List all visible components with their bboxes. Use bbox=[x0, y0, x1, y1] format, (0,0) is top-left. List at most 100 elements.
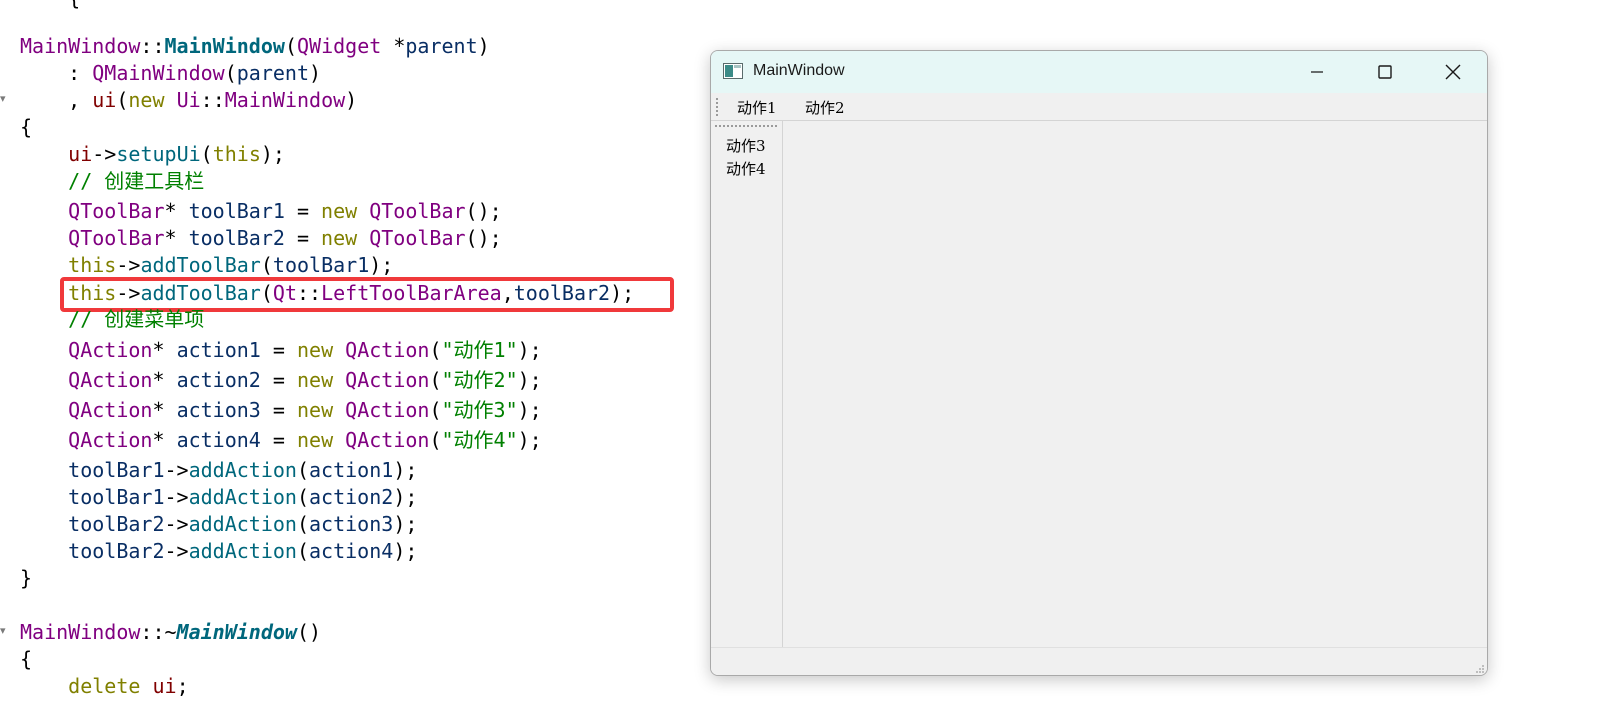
code-line[interactable]: toolBar1->addAction(action1); bbox=[20, 458, 417, 482]
code-line[interactable]: delete ui; bbox=[20, 674, 188, 698]
code-token: "动作4" bbox=[441, 428, 518, 452]
code-token: action4 bbox=[176, 428, 261, 452]
code-token: action3 bbox=[176, 398, 261, 422]
code-token: MainWindow bbox=[20, 34, 141, 58]
code-token: Qt bbox=[272, 281, 297, 305]
code-token: MainWindow bbox=[164, 34, 285, 58]
code-token: new bbox=[296, 368, 334, 392]
code-token: new bbox=[296, 398, 334, 422]
code-token: addAction bbox=[188, 485, 297, 509]
toolbar-action-2[interactable]: 动作2 bbox=[805, 97, 845, 118]
code-token: { bbox=[20, 115, 33, 139]
code-token: parent bbox=[236, 61, 309, 85]
size-grip-icon[interactable] bbox=[1474, 663, 1484, 673]
code-token: ( bbox=[296, 485, 310, 509]
code-token: action1 bbox=[309, 458, 394, 482]
code-comment-line[interactable]: // 创建菜单项 bbox=[20, 307, 204, 331]
code-token: ); bbox=[369, 253, 394, 277]
code-token: action3 bbox=[309, 512, 394, 536]
code-token: -> bbox=[164, 458, 189, 482]
code-line[interactable]: { bbox=[20, 647, 32, 671]
code-line[interactable]: MainWindow::MainWindow(QWidget *parent) bbox=[20, 34, 490, 58]
code-token: * bbox=[381, 34, 406, 58]
code-token: ) bbox=[309, 61, 322, 85]
code-line[interactable]: QAction* action4 = new QAction("动作4"); bbox=[20, 428, 542, 452]
minimize-button[interactable] bbox=[1283, 51, 1351, 93]
code-token: = bbox=[260, 368, 297, 392]
code-token: -> bbox=[164, 485, 189, 509]
code-line[interactable]: QToolBar* toolBar1 = new QToolBar(); bbox=[20, 199, 502, 223]
code-token: QToolBar bbox=[369, 199, 466, 223]
code-token: new bbox=[296, 338, 334, 362]
code-token: ui bbox=[92, 88, 117, 112]
code-token: ( bbox=[260, 253, 273, 277]
code-line[interactable]: toolBar1->addAction(action2); bbox=[20, 485, 417, 509]
toolbar-action-1[interactable]: 动作1 bbox=[737, 97, 777, 118]
code-token: ( bbox=[296, 512, 310, 536]
code-token: = bbox=[284, 226, 322, 250]
code-token: = bbox=[284, 199, 322, 223]
code-line[interactable]: MainWindow::~MainWindow() bbox=[20, 620, 321, 644]
code-token: this bbox=[68, 253, 117, 277]
window-title: MainWindow bbox=[753, 62, 845, 79]
window-titlebar[interactable]: MainWindow bbox=[711, 51, 1487, 93]
code-line[interactable]: this->addToolBar(toolBar1); bbox=[20, 253, 393, 277]
code-token: action1 bbox=[176, 338, 261, 362]
code-token: ( bbox=[224, 61, 237, 85]
code-line[interactable]: QAction* action3 = new QAction("动作3"); bbox=[20, 398, 542, 422]
code-token: QToolBar bbox=[68, 199, 165, 223]
code-line[interactable]: toolBar2->addAction(action4); bbox=[20, 539, 417, 563]
code-line[interactable]: toolBar2->addAction(action3); bbox=[20, 512, 417, 536]
code-token: QAction bbox=[345, 398, 430, 422]
highlighted-code-line[interactable]: this->addToolBar(Qt::LeftToolBarArea,too… bbox=[20, 281, 634, 305]
app-window-icon bbox=[723, 63, 743, 79]
code-token: ); bbox=[393, 485, 418, 509]
code-token: toolBar1 bbox=[68, 458, 165, 482]
maximize-button[interactable] bbox=[1351, 51, 1419, 93]
code-line[interactable]: ui->setupUi(this); bbox=[20, 142, 285, 166]
code-token: ( bbox=[200, 142, 213, 166]
code-line[interactable]: } bbox=[20, 566, 32, 590]
fold-marker-icon[interactable]: ▾ bbox=[0, 624, 6, 637]
code-token: ) bbox=[345, 88, 358, 112]
code-line[interactable]: QAction* action2 = new QAction("动作2"); bbox=[20, 368, 542, 392]
code-line[interactable]: QAction* action1 = new QAction("动作1"); bbox=[20, 338, 542, 362]
status-bar bbox=[711, 647, 1487, 675]
close-icon bbox=[1445, 64, 1461, 80]
toolbar-action-3[interactable]: 动作3 bbox=[726, 135, 766, 156]
code-line[interactable]: { bbox=[20, 0, 80, 10]
code-token: MainWindow bbox=[224, 88, 346, 112]
fold-marker-icon[interactable]: ▾ bbox=[0, 92, 6, 105]
toolbar-drag-handle[interactable] bbox=[715, 125, 777, 129]
code-token: (); bbox=[465, 226, 502, 250]
code-token: delete bbox=[68, 674, 141, 698]
code-token: toolBar2 bbox=[68, 539, 165, 563]
code-comment-line[interactable]: // 创建工具栏 bbox=[20, 169, 204, 193]
code-token: ( bbox=[116, 88, 129, 112]
close-button[interactable] bbox=[1419, 51, 1487, 93]
code-token: -> bbox=[92, 142, 117, 166]
code-token: QAction bbox=[68, 368, 153, 392]
code-token: // 创建菜单项 bbox=[20, 307, 205, 331]
code-token: action2 bbox=[309, 485, 394, 509]
code-token: new bbox=[296, 428, 334, 452]
code-token: new bbox=[321, 226, 358, 250]
code-line[interactable]: QToolBar* toolBar2 = new QToolBar(); bbox=[20, 226, 502, 250]
code-line[interactable]: : QMainWindow(parent) bbox=[20, 61, 321, 85]
code-token: "动作2" bbox=[441, 368, 518, 392]
code-token: this bbox=[68, 281, 117, 305]
code-token: -> bbox=[116, 253, 141, 277]
code-token: ); bbox=[517, 428, 542, 452]
code-line[interactable]: { bbox=[20, 115, 32, 139]
code-line[interactable]: , ui(new Ui::MainWindow) bbox=[20, 88, 357, 112]
toolbar-action-4[interactable]: 动作4 bbox=[726, 158, 766, 179]
code-token: * bbox=[164, 226, 189, 250]
toolbar-drag-handle[interactable] bbox=[716, 98, 720, 116]
